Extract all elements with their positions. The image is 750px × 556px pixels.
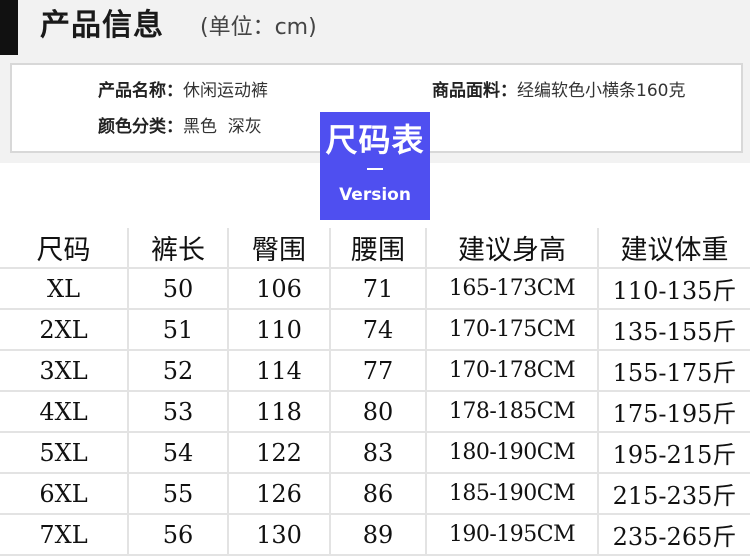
badge-divider — [367, 168, 383, 170]
height-cell: 170-175CM — [426, 309, 599, 351]
product-name-row: 产品名称：休闲运动裤 — [98, 79, 268, 103]
color-category-label: 颜色分类： — [98, 117, 183, 137]
length-cell: 54 — [128, 432, 229, 474]
size-cell: XL — [0, 268, 129, 310]
weight-cell: 235-265斤 — [598, 514, 750, 556]
size-cell: 2XL — [0, 309, 129, 351]
product-name-value: 休闲运动裤 — [183, 81, 268, 101]
height-cell: 185-190CM — [426, 473, 599, 515]
table-row: 6XL 55 126 86 185-190CM 215-235斤 — [0, 473, 750, 515]
hip-cell: 126 — [228, 473, 331, 515]
waist-cell: 77 — [330, 350, 427, 392]
hip-cell: 130 — [228, 514, 331, 556]
length-cell: 56 — [128, 514, 229, 556]
fabric-row: 商品面料：经编软色小横条160克 — [432, 79, 685, 103]
weight-cell: 135-155斤 — [598, 309, 750, 351]
size-table: 尺码 裤长 臀围 腰围 建议身高 建议体重 XL 50 106 71 165-1… — [0, 228, 750, 556]
table-row: 4XL 53 118 80 178-185CM 175-195斤 — [0, 391, 750, 433]
waist-cell: 89 — [330, 514, 427, 556]
table-row: 7XL 56 130 89 190-195CM 235-265斤 — [0, 514, 750, 556]
length-cell: 50 — [128, 268, 229, 310]
size-cell: 4XL — [0, 391, 129, 433]
length-cell: 53 — [128, 391, 229, 433]
column-header-height: 建议身高 — [426, 228, 599, 269]
unit-note: (单位：cm) — [200, 15, 317, 40]
hip-cell: 118 — [228, 391, 331, 433]
weight-cell: 155-175斤 — [598, 350, 750, 392]
weight-cell: 215-235斤 — [598, 473, 750, 515]
waist-cell: 83 — [330, 432, 427, 474]
size-chart-title: 尺码表 — [325, 121, 425, 159]
header-accent-bar — [0, 0, 18, 55]
size-chart-version: Version — [339, 185, 411, 205]
fabric-value: 经编软色小横条160克 — [517, 81, 686, 101]
waist-cell: 74 — [330, 309, 427, 351]
hip-cell: 114 — [228, 350, 331, 392]
hip-cell: 122 — [228, 432, 331, 474]
height-cell: 190-195CM — [426, 514, 599, 556]
weight-cell: 175-195斤 — [598, 391, 750, 433]
table-row: 3XL 52 114 77 170-178CM 155-175斤 — [0, 350, 750, 392]
fabric-label: 商品面料： — [432, 81, 517, 101]
size-table-header-row: 尺码 裤长 臀围 腰围 建议身高 建议体重 — [0, 228, 750, 269]
hip-cell: 110 — [228, 309, 331, 351]
height-cell: 180-190CM — [426, 432, 599, 474]
height-cell: 178-185CM — [426, 391, 599, 433]
column-header-weight: 建议体重 — [598, 228, 750, 269]
hip-cell: 106 — [228, 268, 331, 310]
column-header-hip: 臀围 — [228, 228, 331, 269]
length-cell: 52 — [128, 350, 229, 392]
size-chart-badge: 尺码表 Version — [320, 112, 430, 220]
color-category-value: 黑色 深灰 — [183, 117, 262, 137]
waist-cell: 71 — [330, 268, 427, 310]
length-cell: 55 — [128, 473, 229, 515]
length-cell: 51 — [128, 309, 229, 351]
waist-cell: 86 — [330, 473, 427, 515]
size-cell: 6XL — [0, 473, 129, 515]
table-row: 5XL 54 122 83 180-190CM 195-215斤 — [0, 432, 750, 474]
table-row: 2XL 51 110 74 170-175CM 135-155斤 — [0, 309, 750, 351]
waist-cell: 80 — [330, 391, 427, 433]
size-cell: 7XL — [0, 514, 129, 556]
column-header-waist: 腰围 — [330, 228, 427, 269]
weight-cell: 195-215斤 — [598, 432, 750, 474]
size-cell: 3XL — [0, 350, 129, 392]
column-header-size: 尺码 — [0, 228, 129, 269]
table-row: XL 50 106 71 165-173CM 110-135斤 — [0, 268, 750, 310]
color-row: 颜色分类：黑色 深灰 — [98, 115, 262, 139]
column-header-pants-length: 裤长 — [128, 228, 229, 269]
size-cell: 5XL — [0, 432, 129, 474]
height-cell: 165-173CM — [426, 268, 599, 310]
height-cell: 170-178CM — [426, 350, 599, 392]
weight-cell: 110-135斤 — [598, 268, 750, 310]
page-title: 产品信息 — [40, 8, 164, 43]
product-name-label: 产品名称： — [98, 81, 183, 101]
